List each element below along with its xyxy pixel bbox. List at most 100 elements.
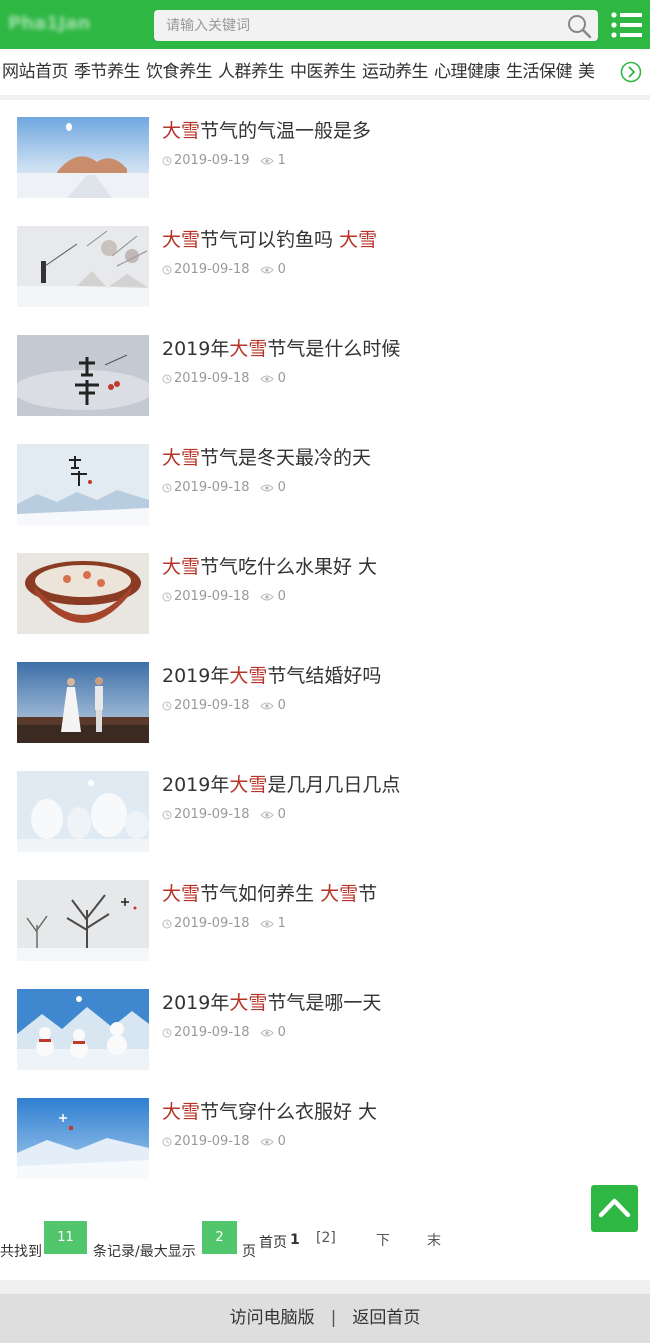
pager-suffix: 页 bbox=[242, 1244, 256, 1260]
article-meta: 2019-09-18 0 bbox=[162, 260, 286, 280]
chevron-right-icon[interactable] bbox=[620, 61, 642, 83]
pager-last[interactable]: 末 bbox=[427, 1230, 441, 1250]
article-meta: 2019-09-18 0 bbox=[162, 805, 286, 825]
article-title[interactable]: 大雪节气如何养生 大雪节 bbox=[162, 881, 377, 907]
article-title[interactable]: 大雪节气是冬天最冷的天 bbox=[162, 445, 371, 471]
article-thumbnail[interactable] bbox=[17, 553, 149, 634]
eye-icon bbox=[259, 484, 274, 491]
eye-icon bbox=[259, 593, 274, 600]
article-title[interactable]: 2019年大雪是几月几日几点 bbox=[162, 772, 400, 798]
pager-mid-text: 条记录/最大显示 bbox=[93, 1244, 196, 1260]
article-views: 0 bbox=[277, 262, 286, 277]
clock-icon bbox=[162, 1028, 172, 1037]
nav-item-life[interactable]: 生活保健 bbox=[506, 49, 573, 95]
clock-icon bbox=[162, 156, 172, 165]
article-views: 0 bbox=[277, 807, 286, 822]
article-title[interactable]: 2019年大雪节气结婚好吗 bbox=[162, 663, 381, 689]
eye-icon bbox=[259, 1029, 274, 1036]
article-thumbnail[interactable] bbox=[17, 662, 149, 743]
search-box[interactable] bbox=[154, 10, 598, 41]
article-thumbnail[interactable] bbox=[17, 226, 149, 307]
article-title[interactable]: 大雪节气穿什么衣服好 大 bbox=[162, 1099, 377, 1125]
list-item[interactable]: 大雪节气是冬天最冷的天 2019-09-18 0 bbox=[0, 427, 650, 536]
article-views: 1 bbox=[277, 153, 286, 168]
desktop-version-link[interactable]: 访问电脑版 bbox=[230, 1308, 315, 1328]
article-thumbnail[interactable] bbox=[17, 989, 149, 1070]
list-item[interactable]: 大雪节气如何养生 大雪节 2019-09-18 1 bbox=[0, 863, 650, 972]
eye-icon bbox=[259, 811, 274, 818]
article-meta: 2019-09-18 0 bbox=[162, 369, 286, 389]
footer-separator: | bbox=[330, 1308, 337, 1328]
clock-icon bbox=[162, 483, 172, 492]
eye-icon bbox=[259, 1138, 274, 1145]
eye-icon bbox=[259, 920, 274, 927]
search-icon[interactable] bbox=[566, 13, 592, 39]
article-meta: 2019-09-18 1 bbox=[162, 914, 286, 934]
article-thumbnail[interactable] bbox=[17, 1098, 149, 1179]
list-item[interactable]: 大雪节气的气温一般是多 2019-09-19 1 bbox=[0, 100, 650, 209]
article-views: 1 bbox=[277, 916, 286, 931]
article-date: 2019-09-18 bbox=[174, 371, 250, 386]
pager-first[interactable]: 首页 bbox=[259, 1232, 287, 1252]
clock-icon bbox=[162, 919, 172, 928]
nav-item-seasonal[interactable]: 季节养生 bbox=[74, 49, 141, 95]
article-date: 2019-09-18 bbox=[174, 698, 250, 713]
pager-max-pages: 2 bbox=[202, 1221, 237, 1254]
article-meta: 2019-09-19 1 bbox=[162, 151, 286, 171]
menu-icon[interactable] bbox=[610, 10, 642, 40]
clock-icon bbox=[162, 1137, 172, 1146]
article-thumbnail[interactable] bbox=[17, 117, 149, 198]
list-item[interactable]: 大雪节气吃什么水果好 大 2019-09-18 0 bbox=[0, 536, 650, 645]
article-thumbnail[interactable] bbox=[17, 444, 149, 525]
nav-item-home[interactable]: 网站首页 bbox=[2, 49, 69, 95]
nav-item-beauty[interactable]: 美 bbox=[578, 49, 595, 95]
article-title[interactable]: 大雪节气的气温一般是多 bbox=[162, 118, 371, 144]
article-title[interactable]: 大雪节气可以钓鱼吗 大雪 bbox=[162, 227, 377, 253]
category-nav: 网站首页 季节养生 饮食养生 人群养生 中医养生 运动养生 心理健康 生活保健美 bbox=[0, 49, 650, 95]
nav-item-tcm[interactable]: 中医养生 bbox=[290, 49, 357, 95]
list-item[interactable]: 大雪节气可以钓鱼吗 大雪 2019-09-18 0 bbox=[0, 209, 650, 318]
pager-total-count: 11 bbox=[44, 1221, 87, 1254]
list-item[interactable]: 2019年大雪节气是什么时候 2019-09-18 0 bbox=[0, 318, 650, 427]
article-date: 2019-09-18 bbox=[174, 916, 250, 931]
list-item[interactable]: 2019年大雪节气是哪一天 2019-09-18 0 bbox=[0, 972, 650, 1081]
clock-icon bbox=[162, 265, 172, 274]
eye-icon bbox=[259, 375, 274, 382]
list-item[interactable]: 大雪节气穿什么衣服好 大 2019-09-18 0 bbox=[0, 1081, 650, 1190]
clock-icon bbox=[162, 592, 172, 601]
clock-icon bbox=[162, 810, 172, 819]
article-views: 0 bbox=[277, 371, 286, 386]
search-input[interactable] bbox=[154, 10, 564, 41]
pager-page-2[interactable]: [2] bbox=[316, 1230, 336, 1246]
list-item[interactable]: 2019年大雪节气结婚好吗 2019-09-18 0 bbox=[0, 645, 650, 754]
eye-icon bbox=[259, 702, 274, 709]
article-date: 2019-09-18 bbox=[174, 480, 250, 495]
site-logo[interactable]: Pha1Jan bbox=[8, 10, 128, 38]
article-views: 0 bbox=[277, 698, 286, 713]
article-thumbnail[interactable] bbox=[17, 880, 149, 961]
clock-icon bbox=[162, 374, 172, 383]
pager-next[interactable]: 下 bbox=[376, 1230, 390, 1250]
nav-item-mental[interactable]: 心理健康 bbox=[434, 49, 501, 95]
article-meta: 2019-09-18 0 bbox=[162, 587, 286, 607]
list-item[interactable]: 2019年大雪是几月几日几点 2019-09-18 0 bbox=[0, 754, 650, 863]
article-meta: 2019-09-18 0 bbox=[162, 1132, 286, 1152]
back-to-top-button[interactable] bbox=[591, 1185, 638, 1232]
article-title[interactable]: 大雪节气吃什么水果好 大 bbox=[162, 554, 377, 580]
article-title[interactable]: 2019年大雪节气是哪一天 bbox=[162, 990, 381, 1016]
article-views: 0 bbox=[277, 1134, 286, 1149]
article-thumbnail[interactable] bbox=[17, 335, 149, 416]
article-title[interactable]: 2019年大雪节气是什么时候 bbox=[162, 336, 400, 362]
pager-total-prefix: 共找到 bbox=[0, 1244, 42, 1260]
nav-item-diet[interactable]: 饮食养生 bbox=[146, 49, 213, 95]
nav-item-sport[interactable]: 运动养生 bbox=[362, 49, 429, 95]
clock-icon bbox=[162, 701, 172, 710]
article-meta: 2019-09-18 0 bbox=[162, 1023, 286, 1043]
header-bar: Pha1Jan bbox=[0, 0, 650, 49]
article-thumbnail[interactable] bbox=[17, 771, 149, 852]
footer-bar: 访问电脑版 | 返回首页 bbox=[0, 1294, 650, 1343]
back-home-link[interactable]: 返回首页 bbox=[352, 1308, 420, 1328]
eye-icon bbox=[259, 266, 274, 273]
nav-item-people[interactable]: 人群养生 bbox=[218, 49, 285, 95]
article-date: 2019-09-18 bbox=[174, 1025, 250, 1040]
